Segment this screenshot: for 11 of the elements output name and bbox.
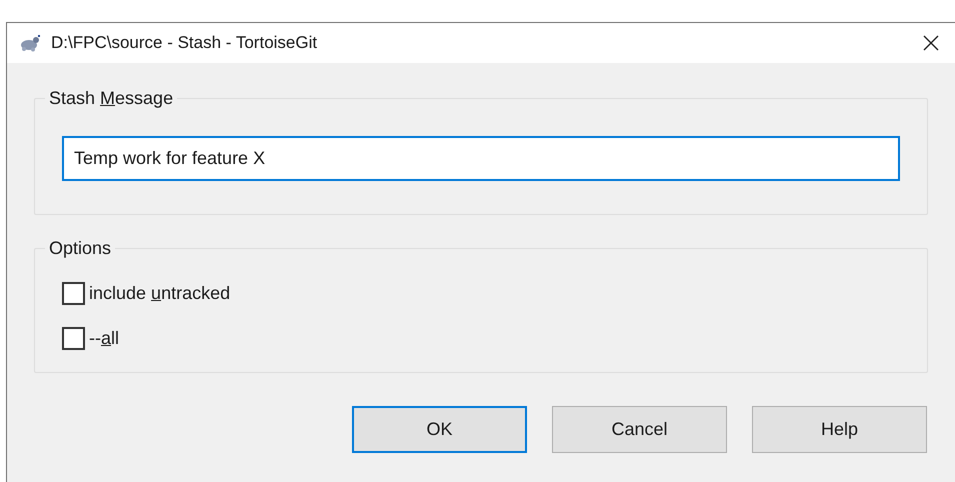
dialog-button[interactable]: OK: [352, 406, 527, 453]
checkbox-label: include untracked: [89, 282, 230, 305]
close-icon[interactable]: [923, 35, 939, 51]
dialog-button[interactable]: Help: [752, 406, 927, 453]
window-title: D:\FPC\source - Stash - TortoiseGit: [51, 32, 318, 54]
message-field[interactable]: Temp work for feature X: [62, 136, 900, 181]
dialog-button[interactable]: Cancel: [552, 406, 727, 453]
checkbox[interactable]: [62, 282, 85, 305]
turtle-icon: [19, 34, 41, 52]
checkbox-label: --all: [89, 327, 120, 350]
checkbox[interactable]: [62, 327, 85, 350]
